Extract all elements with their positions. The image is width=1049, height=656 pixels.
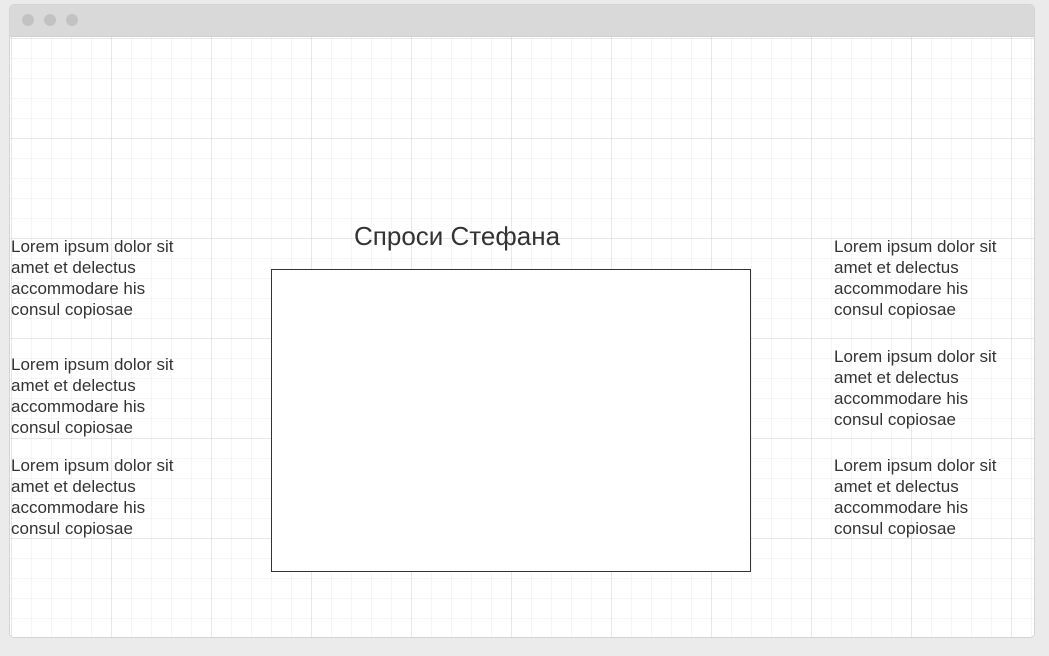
maximize-window-dot-icon[interactable] <box>66 14 78 26</box>
right-text-block-3: Lorem ipsum dolor sit amet et delectus a… <box>834 456 997 538</box>
left-text-block-3: Lorem ipsum dolor sit amet et delectus a… <box>11 456 174 538</box>
left-text-block-2: Lorem ipsum dolor sit amet et delectus a… <box>11 355 174 437</box>
page-title: Спроси Стефана <box>354 221 561 251</box>
browser-window: Спроси Стефана Lorem ipsum dolor sit ame… <box>9 4 1035 638</box>
right-text-block-2: Lorem ipsum dolor sit amet et delectus a… <box>834 347 997 429</box>
right-text-block-1: Lorem ipsum dolor sit amet et delectus a… <box>834 237 997 319</box>
minimize-window-dot-icon[interactable] <box>44 14 56 26</box>
grid-canvas: Спроси Стефана Lorem ipsum dolor sit ame… <box>10 37 1034 637</box>
window-titlebar <box>10 5 1034 37</box>
left-text-block-1: Lorem ipsum dolor sit amet et delectus a… <box>11 237 174 319</box>
content-placeholder-box <box>271 269 751 572</box>
close-window-dot-icon[interactable] <box>22 14 34 26</box>
